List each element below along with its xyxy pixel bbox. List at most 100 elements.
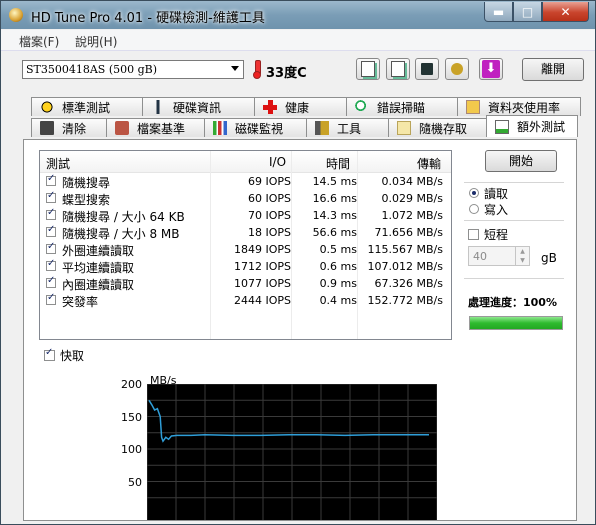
random-access-icon: [397, 121, 411, 135]
row-checkbox[interactable]: [46, 275, 56, 288]
tab-label: 隨機存取: [419, 121, 468, 136]
tab-erase[interactable]: 清除: [31, 118, 107, 137]
row-name: 突發率: [62, 295, 99, 309]
row-speed: 152.772 MB/s: [367, 294, 443, 307]
menu-help[interactable]: 說明(H): [75, 33, 117, 50]
spin-down-icon[interactable]: ▼: [515, 256, 529, 265]
row-io: 18 IOPS: [247, 226, 291, 239]
read-label: 讀取: [484, 187, 509, 201]
row-checkbox[interactable]: [46, 207, 56, 220]
tab-benchmark[interactable]: 標準測試: [31, 97, 143, 116]
minimize-button[interactable]: ▬: [484, 2, 513, 22]
row-io: 60 IOPS: [247, 192, 291, 205]
table-row[interactable]: 內圈連續讀取 1077 IOPS 0.9 ms 67.326 MB/s: [40, 275, 451, 292]
copy-screenshot-button[interactable]: [386, 58, 410, 80]
y-tick-label: 200: [121, 378, 142, 391]
progress-fill: [470, 317, 562, 329]
col-test-header[interactable]: 測試: [46, 155, 70, 172]
y-tick-label: 150: [121, 410, 142, 424]
y-tick-label: 100: [121, 443, 142, 456]
short-stroke-checkbox[interactable]: [468, 229, 479, 240]
table-row[interactable]: 蝶型搜索 60 IOPS 16.6 ms 0.029 MB/s: [40, 190, 451, 207]
thermometer-icon: [253, 60, 261, 79]
tab-disk-monitor[interactable]: 磁碟監視: [204, 118, 307, 137]
temperature-readout: 33度C: [266, 66, 307, 81]
tab-health[interactable]: 健康: [254, 97, 347, 116]
row-io: 1849 IOPS: [233, 243, 291, 256]
read-radio[interactable]: [469, 188, 479, 198]
table-row[interactable]: 隨機搜尋 / 大小 8 MB 18 IOPS 56.6 ms 71.656 MB/s: [40, 224, 451, 241]
menu-file[interactable]: 檔案(F): [19, 33, 59, 50]
row-checkbox[interactable]: [46, 241, 56, 254]
write-radio[interactable]: [469, 204, 479, 214]
menu-bar: 檔案(F) 說明(H): [1, 30, 595, 51]
tab-error-scan[interactable]: 錯誤掃瞄: [346, 97, 458, 116]
chart-plot: [147, 384, 437, 520]
tab-info[interactable]: 硬碟資訊: [142, 97, 255, 116]
row-speed: 0.034 MB/s: [381, 175, 443, 188]
row-checkbox[interactable]: [46, 258, 56, 271]
row-io: 1077 IOPS: [233, 277, 291, 290]
drive-select[interactable]: ST3500418AS (500 gB): [22, 60, 244, 79]
col-io-header[interactable]: I/O: [269, 155, 286, 169]
size-value: 40: [473, 250, 487, 263]
file-benchmark-icon: [115, 121, 129, 135]
extra-tests-icon: [495, 119, 509, 134]
row-name: 外圈連續讀取: [62, 244, 135, 258]
row-speed: 1.072 MB/s: [381, 209, 443, 222]
row-checkbox[interactable]: [46, 173, 56, 186]
options-icon: [451, 63, 463, 75]
table-row[interactable]: 外圈連續讀取 1849 IOPS 0.5 ms 115.567 MB/s: [40, 241, 451, 258]
title-bar[interactable]: HD Tune Pro 4.01 - 硬碟檢測-維護工具 ▬ □ ✕: [1, 1, 595, 29]
row-io: 2444 IOPS: [233, 294, 291, 307]
exit-button[interactable]: 離開: [522, 58, 584, 81]
row-speed: 67.326 MB/s: [374, 277, 443, 290]
row-name: 隨機搜尋: [62, 176, 111, 190]
row-time: 0.9 ms: [319, 277, 357, 290]
tab-label: 硬碟資訊: [173, 100, 222, 115]
row-time: 16.6 ms: [312, 192, 357, 205]
app-logo-icon: [9, 8, 23, 22]
progress-value: 100%: [523, 296, 557, 309]
row-checkbox[interactable]: [46, 224, 56, 237]
download-button[interactable]: ⬇: [479, 58, 503, 80]
row-io: 1712 IOPS: [233, 260, 291, 273]
start-button[interactable]: 開始: [485, 150, 557, 172]
copy-text-button[interactable]: [356, 58, 380, 80]
table-row[interactable]: 隨機搜尋 69 IOPS 14.5 ms 0.034 MB/s: [40, 173, 451, 190]
trash-icon: [40, 121, 54, 135]
row-name: 內圈連續讀取: [62, 278, 135, 292]
table-row[interactable]: 隨機搜尋 / 大小 64 KB 70 IOPS 14.3 ms 1.072 MB/s: [40, 207, 451, 224]
save-button[interactable]: [415, 58, 439, 80]
row-speed: 0.029 MB/s: [381, 192, 443, 205]
tab-label: 健康: [285, 100, 310, 115]
row-time: 0.4 ms: [319, 294, 357, 307]
row-io: 69 IOPS: [247, 175, 291, 188]
row-time: 56.6 ms: [312, 226, 357, 239]
close-button[interactable]: ✕: [542, 2, 589, 22]
row-io: 70 IOPS: [247, 209, 291, 222]
table-row[interactable]: 突發率 2444 IOPS 0.4 ms 152.772 MB/s: [40, 292, 451, 309]
tab-file-benchmark[interactable]: 檔案基準: [106, 118, 205, 137]
table-header: 測試 I/O 時間 傳輸: [40, 151, 451, 173]
magnifier-icon: [355, 100, 369, 114]
options-button[interactable]: [445, 58, 469, 80]
monitor-bars-icon: [213, 121, 227, 135]
col-speed-header[interactable]: 傳輸: [417, 155, 441, 172]
row-checkbox[interactable]: [46, 292, 56, 305]
y-tick-label: 50: [128, 475, 142, 489]
tab-tools[interactable]: 工具: [306, 118, 389, 137]
copy-icon: [361, 61, 375, 77]
tab-random-access[interactable]: 隨機存取: [388, 118, 487, 137]
row-checkbox[interactable]: [46, 190, 56, 203]
tab-extra-tests[interactable]: 額外測試: [486, 115, 578, 137]
tab-label: 額外測試: [517, 120, 566, 134]
table-row[interactable]: 平均連續讀取 1712 IOPS 0.6 ms 107.012 MB/s: [40, 258, 451, 275]
maximize-button[interactable]: □: [513, 2, 542, 22]
spin-up-icon[interactable]: ▲: [515, 247, 529, 256]
short-stroke-size-input[interactable]: 40 ▲ ▼: [468, 246, 530, 266]
col-time-header[interactable]: 時間: [326, 155, 350, 172]
cache-checkbox[interactable]: [44, 347, 55, 361]
tab-folder-usage[interactable]: 資料夾使用率: [457, 97, 581, 116]
progress-bar: [469, 316, 563, 330]
